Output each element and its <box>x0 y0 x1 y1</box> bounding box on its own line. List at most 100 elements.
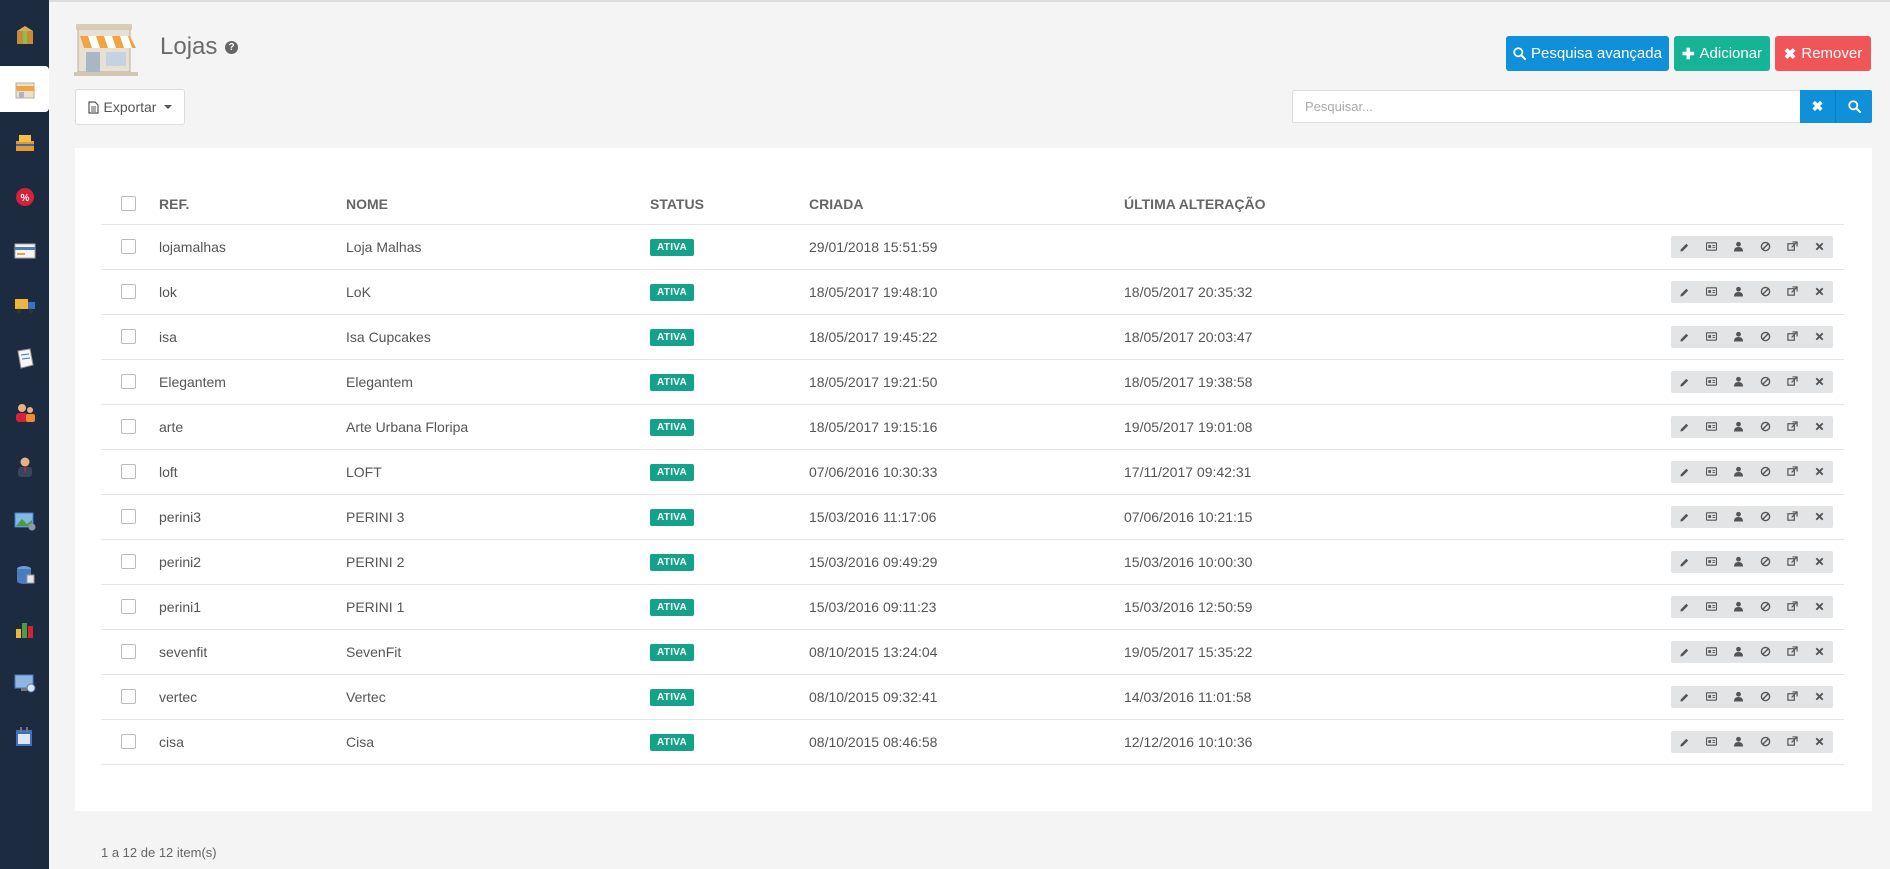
select-all-checkbox[interactable] <box>121 196 136 212</box>
row-action-id-card-button[interactable] <box>1698 640 1725 663</box>
row-action-close-button[interactable] <box>1806 730 1833 753</box>
row-action-id-card-button[interactable] <box>1698 370 1725 393</box>
row-action-edit-button[interactable] <box>1671 595 1698 618</box>
row-action-user-button[interactable] <box>1725 685 1752 708</box>
table-row[interactable]: lok LoK ATIVA 18/05/2017 19:48:10 18/05/2017… <box>101 269 1844 315</box>
sidebar-item-chart[interactable] <box>0 606 49 652</box>
row-action-external-link-button[interactable] <box>1779 460 1806 483</box>
table-row[interactable]: perini3 PERINI 3 ATIVA 15/03/2016 11:17:06 0… <box>101 494 1844 540</box>
row-action-ban-button[interactable] <box>1752 685 1779 708</box>
table-row[interactable]: lojamalhas Loja Malhas ATIVA 29/01/2018 15:… <box>101 224 1844 270</box>
row-action-external-link-button[interactable] <box>1779 370 1806 393</box>
row-checkbox[interactable] <box>121 554 136 569</box>
search-input[interactable] <box>1292 90 1800 123</box>
row-action-ban-button[interactable] <box>1752 460 1779 483</box>
row-checkbox[interactable] <box>121 419 136 434</box>
row-checkbox[interactable] <box>121 464 136 479</box>
sidebar-item-monitor[interactable] <box>0 660 49 706</box>
remove-button[interactable]: ✖ Remover <box>1775 36 1871 71</box>
row-action-edit-button[interactable] <box>1671 460 1698 483</box>
table-row[interactable]: perini2 PERINI 2 ATIVA 15/03/2016 09:49:29 1… <box>101 539 1844 585</box>
row-action-ban-button[interactable] <box>1752 370 1779 393</box>
sidebar-item-users[interactable] <box>0 390 49 436</box>
row-action-close-button[interactable] <box>1806 325 1833 348</box>
advanced-search-button[interactable]: Pesquisa avançada <box>1506 36 1669 71</box>
table-row[interactable]: sevenfit SevenFit ATIVA 08/10/2015 13:24:04… <box>101 629 1844 675</box>
column-header-criada[interactable]: CRIADA <box>809 184 1124 225</box>
sidebar-item-store[interactable] <box>0 66 49 112</box>
row-action-close-button[interactable] <box>1806 370 1833 393</box>
help-icon[interactable]: ? <box>225 41 238 54</box>
row-action-user-button[interactable] <box>1725 415 1752 438</box>
row-action-edit-button[interactable] <box>1671 370 1698 393</box>
row-action-close-button[interactable] <box>1806 505 1833 528</box>
row-action-ban-button[interactable] <box>1752 280 1779 303</box>
sidebar-item-calendar[interactable] <box>0 714 49 760</box>
sidebar-item-image-settings[interactable] <box>0 498 49 544</box>
row-action-ban-button[interactable] <box>1752 505 1779 528</box>
row-action-edit-button[interactable] <box>1671 685 1698 708</box>
row-action-external-link-button[interactable] <box>1779 685 1806 708</box>
row-action-edit-button[interactable] <box>1671 235 1698 258</box>
row-action-id-card-button[interactable] <box>1698 685 1725 708</box>
row-action-user-button[interactable] <box>1725 505 1752 528</box>
row-checkbox[interactable] <box>121 599 136 614</box>
row-action-ban-button[interactable] <box>1752 550 1779 573</box>
row-checkbox[interactable] <box>121 509 136 524</box>
row-action-user-button[interactable] <box>1725 280 1752 303</box>
row-action-external-link-button[interactable] <box>1779 325 1806 348</box>
row-action-ban-button[interactable] <box>1752 415 1779 438</box>
table-row[interactable]: arte Arte Urbana Floripa ATIVA 18/05/2017 1… <box>101 404 1844 450</box>
row-action-close-button[interactable] <box>1806 280 1833 303</box>
row-action-edit-button[interactable] <box>1671 280 1698 303</box>
row-action-user-button[interactable] <box>1725 460 1752 483</box>
column-header-nome[interactable]: NOME <box>346 184 650 225</box>
sidebar-item-box[interactable] <box>0 12 49 58</box>
row-action-edit-button[interactable] <box>1671 640 1698 663</box>
row-action-user-button[interactable] <box>1725 640 1752 663</box>
row-action-close-button[interactable] <box>1806 685 1833 708</box>
row-action-close-button[interactable] <box>1806 460 1833 483</box>
row-action-user-button[interactable] <box>1725 595 1752 618</box>
sidebar-item-card[interactable] <box>0 228 49 274</box>
table-row[interactable]: Elegantem Elegantem ATIVA 18/05/2017 19:21:… <box>101 359 1844 405</box>
sidebar-item-database[interactable] <box>0 552 49 598</box>
sidebar-item-truck[interactable] <box>0 282 49 328</box>
row-action-close-button[interactable] <box>1806 595 1833 618</box>
table-row[interactable]: loft LOFT ATIVA 07/06/2016 10:30:33 17/11/20… <box>101 449 1844 495</box>
sidebar-item-packages[interactable] <box>0 120 49 166</box>
column-header-status[interactable]: STATUS <box>650 184 809 225</box>
row-action-user-button[interactable] <box>1725 325 1752 348</box>
row-action-ban-button[interactable] <box>1752 595 1779 618</box>
row-action-external-link-button[interactable] <box>1779 640 1806 663</box>
table-row[interactable]: vertec Vertec ATIVA 08/10/2015 09:32:41 14/0… <box>101 674 1844 720</box>
row-action-user-button[interactable] <box>1725 235 1752 258</box>
row-checkbox[interactable] <box>121 689 136 704</box>
row-checkbox[interactable] <box>121 374 136 389</box>
table-row[interactable]: cisa Cisa ATIVA 08/10/2015 08:46:58 12/12/20… <box>101 719 1844 765</box>
column-header-ref[interactable]: REF. <box>159 184 346 225</box>
row-action-id-card-button[interactable] <box>1698 415 1725 438</box>
row-action-external-link-button[interactable] <box>1779 415 1806 438</box>
table-row[interactable]: isa Isa Cupcakes ATIVA 18/05/2017 19:45:22 1… <box>101 314 1844 360</box>
row-action-ban-button[interactable] <box>1752 235 1779 258</box>
row-action-ban-button[interactable] <box>1752 640 1779 663</box>
row-checkbox[interactable] <box>121 284 136 299</box>
row-action-user-button[interactable] <box>1725 370 1752 393</box>
row-checkbox[interactable] <box>121 329 136 344</box>
row-action-id-card-button[interactable] <box>1698 730 1725 753</box>
row-checkbox[interactable] <box>121 239 136 254</box>
row-checkbox[interactable] <box>121 734 136 749</box>
row-action-edit-button[interactable] <box>1671 550 1698 573</box>
row-action-close-button[interactable] <box>1806 640 1833 663</box>
row-action-id-card-button[interactable] <box>1698 325 1725 348</box>
row-action-external-link-button[interactable] <box>1779 280 1806 303</box>
row-action-user-button[interactable] <box>1725 730 1752 753</box>
row-action-close-button[interactable] <box>1806 550 1833 573</box>
row-action-ban-button[interactable] <box>1752 730 1779 753</box>
row-action-edit-button[interactable] <box>1671 730 1698 753</box>
row-action-close-button[interactable] <box>1806 235 1833 258</box>
row-action-close-button[interactable] <box>1806 415 1833 438</box>
row-action-external-link-button[interactable] <box>1779 505 1806 528</box>
sidebar-item-discount[interactable]: % <box>0 174 49 220</box>
